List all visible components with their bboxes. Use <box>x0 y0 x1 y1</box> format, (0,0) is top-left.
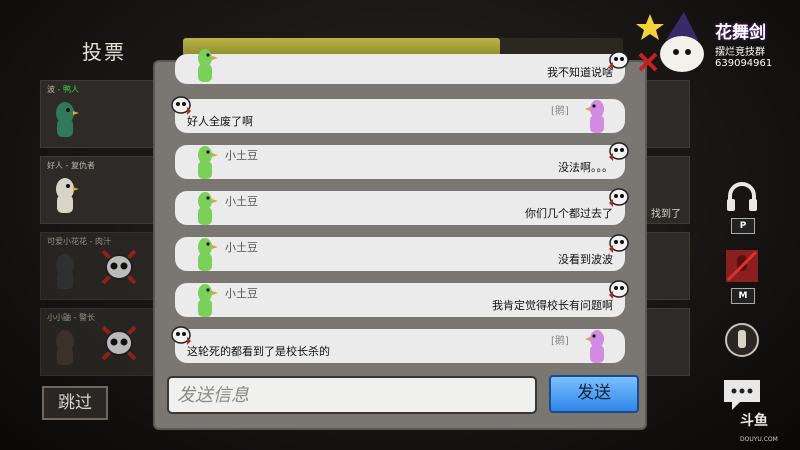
chat-message-text: 没法啊。。。 <box>558 161 613 174</box>
player-role-tag: - 鸭人 <box>57 85 79 94</box>
player-name: 好人 - 复仇者 <box>47 161 95 170</box>
chat-message: 我不知道说啥 <box>175 49 629 84</box>
skip-vote-button[interactable]: 跳过 <box>42 386 108 420</box>
chat-panel[interactable]: 我不知道说啥 好人全废了啊 [鹅] 小土豆 没法啊。。。 小土豆 你们几个都过去… <box>155 49 645 428</box>
goose-avatar-icon <box>585 330 604 363</box>
player-marker-icon <box>609 280 629 299</box>
player-card[interactable] <box>640 308 690 376</box>
chat-message-input[interactable] <box>175 382 519 408</box>
player-card[interactable]: 好人 - 复仇者 <box>40 156 162 224</box>
hand-icon[interactable] <box>722 320 762 360</box>
player-name: 波 <box>47 85 55 94</box>
brand-title: 花舞剑 <box>715 23 766 43</box>
player-status-text: 找到了 <box>651 209 681 220</box>
chat-input-box[interactable] <box>167 376 537 414</box>
goose-avatar-icon <box>585 100 604 133</box>
goose-avatar-icon <box>198 146 218 179</box>
chat-message-text: 没看到波波 <box>558 253 613 266</box>
chat-role-tag: [鹅] <box>551 106 569 117</box>
goose-avatar-icon <box>198 49 218 82</box>
game-screen: 投票 波 - 鸭人 好人 - 复仇者 可爱小花花 - 肉汁 小小鼬 - 警长 找… <box>0 0 800 450</box>
chat-sender-name: 小土豆 <box>225 241 258 254</box>
chat-icon[interactable] <box>722 374 762 414</box>
goose-avatar-icon <box>56 102 79 137</box>
chat-message-text: 好人全废了啊 <box>187 115 253 128</box>
douyu-watermark: 斗鱼 <box>740 413 768 429</box>
chat-message: 小土豆 没看到波波 <box>175 234 629 271</box>
player-card[interactable]: 波 - 鸭人 <box>40 80 162 148</box>
chat-message: 小土豆 你们几个都过去了 <box>175 188 629 225</box>
chat-message-text: 你们几个都过去了 <box>525 207 613 220</box>
chat-message: 好人全废了啊 [鹅] <box>171 96 625 133</box>
streamer-mascot-icon <box>636 12 704 72</box>
player-marker-icon <box>609 51 629 70</box>
goose-avatar-icon <box>198 238 218 271</box>
mic-muted-icon[interactable] <box>722 246 762 286</box>
chat-message: 小土豆 没法啊。。。 <box>175 142 629 179</box>
player-card[interactable] <box>640 80 690 148</box>
douyu-watermark-url: DOUYU.COM <box>740 436 778 443</box>
player-marker-icon <box>609 188 629 207</box>
chat-message: 这轮死的都看到了是校长杀的 [鹅] <box>171 326 625 363</box>
dead-skull-icon <box>101 249 137 285</box>
headset-icon[interactable] <box>722 178 762 218</box>
player-card-dead[interactable]: 小小鼬 - 警长 <box>40 308 162 376</box>
streamer-branding: 花舞剑 摆烂竞技群 639094961 <box>715 18 795 69</box>
chat-sender-name: 小土豆 <box>225 287 258 300</box>
brand-group-number: 639094961 <box>715 58 773 69</box>
player-marker-icon <box>609 234 629 253</box>
goose-avatar-icon <box>56 330 74 365</box>
chat-message-text: 我不知道说啥 <box>547 66 613 79</box>
player-marker-icon <box>609 142 629 161</box>
chat-message-text: 这轮死的都看到了是校长杀的 <box>187 345 330 358</box>
mic-key-label: M <box>731 288 755 304</box>
brand-subtitle: 摆烂竞技群 <box>715 47 765 58</box>
goose-avatar-icon <box>56 178 79 213</box>
dead-skull-icon <box>101 325 137 361</box>
chat-message: 小土豆 我肯定觉得校长有问题啊 <box>175 280 629 317</box>
player-name: 小小鼬 - 警长 <box>47 313 95 322</box>
chat-sender-name: 小土豆 <box>225 149 258 162</box>
send-button[interactable]: 发送 <box>549 375 639 413</box>
goose-avatar-icon <box>198 192 218 225</box>
player-card[interactable] <box>640 232 690 300</box>
goose-avatar-icon <box>56 254 74 289</box>
player-name: 可爱小花花 - 肉汁 <box>47 237 111 246</box>
vote-title: 投票 <box>82 40 126 64</box>
chat-message-text: 我肯定觉得校长有问题啊 <box>492 299 613 312</box>
player-card-dead[interactable]: 可爱小花花 - 肉汁 <box>40 232 162 300</box>
chat-sender-name: 小土豆 <box>225 195 258 208</box>
goose-avatar-icon <box>198 284 218 317</box>
headset-key-label: P <box>731 218 755 234</box>
chat-role-tag: [鹅] <box>551 336 569 347</box>
